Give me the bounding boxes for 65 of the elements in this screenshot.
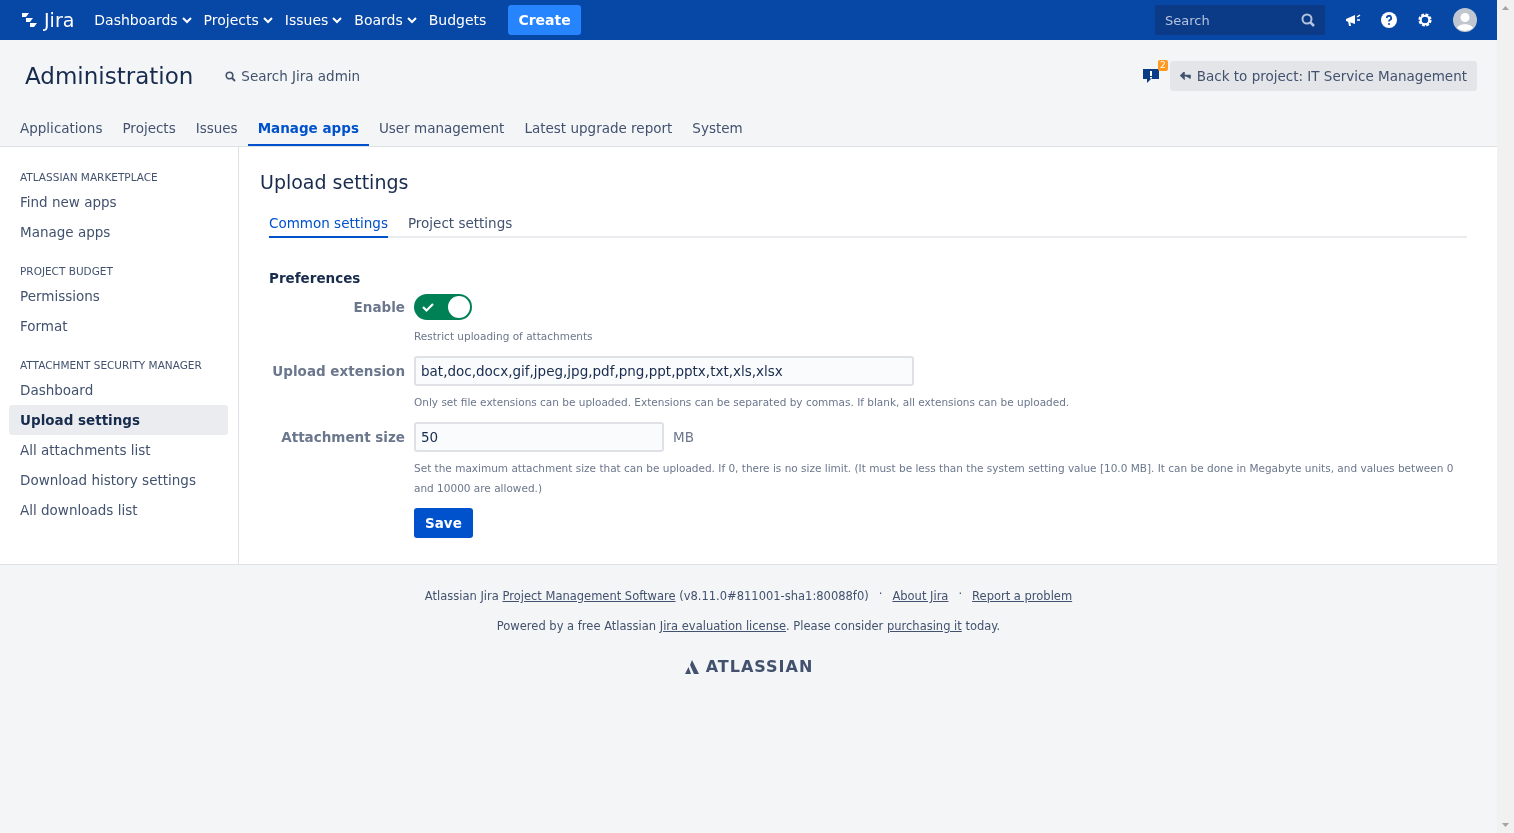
- atlassian-logo-icon: [683, 658, 700, 675]
- field-label: Attachment size: [280, 429, 405, 445]
- admin-tab[interactable]: System: [682, 112, 753, 146]
- size-input[interactable]: 50: [414, 422, 664, 452]
- save-button[interactable]: Save: [414, 508, 473, 538]
- help-icon[interactable]: [1381, 12, 1397, 28]
- sidebar-item[interactable]: Find new apps: [9, 187, 228, 217]
- search-icon: [225, 70, 237, 82]
- create-button[interactable]: Create: [508, 5, 581, 35]
- section-heading: ATLASSIAN MARKETPLACE: [19, 170, 159, 185]
- product-name[interactable]: Jira: [44, 9, 75, 31]
- nav-menu[interactable]: Projects: [197, 6, 279, 34]
- avatar-icon[interactable]: [1453, 8, 1477, 32]
- sidebar-item[interactable]: Format: [9, 311, 228, 341]
- extension-input[interactable]: bat,doc,docx,gif,jpeg,jpg,pdf,png,ppt,pptx,txt,xls,xlsx: [414, 356, 914, 386]
- sidebar-item[interactable]: Download history settings: [9, 465, 228, 495]
- purchase-link[interactable]: purchasing it: [886, 619, 962, 633]
- footer-link[interactable]: Report a problem: [972, 589, 1073, 603]
- separator-dot: ·: [878, 587, 883, 603]
- field-hint: Set the maximum attachment size that can be uploaded. If 0, there is no size limit. (It must be less than the system setting value [10.0 MB]. It can be done in Megabyte units, and values between 0 and 10000 are allowed.): [414, 461, 1455, 496]
- footer-link[interactable]: About Jira: [892, 589, 949, 603]
- product-link[interactable]: Project Management Software: [502, 589, 676, 603]
- admin-tab[interactable]: Projects: [112, 112, 186, 146]
- sidebar-item[interactable]: Permissions: [9, 281, 228, 311]
- settings-tab[interactable]: Project settings: [407, 209, 513, 238]
- brand-name: ATLASSIAN: [705, 657, 814, 676]
- admin-tab[interactable]: User management: [368, 112, 515, 146]
- megaphone-icon[interactable]: [1345, 13, 1361, 27]
- version-text: Atlassian Jira Project Management Software (v8.11.0#811001-sha1:80088f0): [424, 588, 869, 605]
- unit-label: MB: [673, 429, 694, 445]
- section-title: Upload settings: [260, 171, 410, 193]
- group-heading: Preferences: [269, 270, 362, 286]
- admin-tab[interactable]: Applications: [10, 112, 113, 146]
- settings-icon[interactable]: [1417, 12, 1433, 28]
- section-heading: ATTACHMENT SECURITY MANAGER: [19, 358, 203, 373]
- admin-tab[interactable]: Issues: [185, 112, 248, 146]
- feedback-icon[interactable]: [1141, 67, 1160, 85]
- license-text: Powered by a free Atlassian Jira evaluation license. Please consider purchasing it today.: [496, 618, 1001, 635]
- field-hint: Only set file extensions can be uploaded. Extensions can be separated by commas. If blank, all extensions can be uploaded.: [414, 395, 1071, 410]
- jira-logo-icon[interactable]: [20, 11, 40, 29]
- back-arrow-icon: [1179, 72, 1191, 80]
- sidebar-item[interactable]: Dashboard: [9, 375, 228, 405]
- separator-dot: ·: [958, 587, 963, 603]
- sidebar-item[interactable]: Upload settings: [9, 405, 228, 435]
- search-field[interactable]: Search: [1155, 5, 1325, 35]
- nav-menu[interactable]: Issues: [278, 6, 349, 34]
- back-to-project-button[interactable]: Back to project: IT Service Management: [1169, 61, 1477, 91]
- sidebar-item[interactable]: Manage apps: [9, 217, 228, 247]
- nav-menu[interactable]: Budgets: [422, 6, 493, 34]
- search-icon: [1301, 13, 1315, 27]
- field-label: Upload extension: [271, 363, 405, 379]
- page-title: Administration: [25, 63, 194, 89]
- settings-tab[interactable]: Common settings: [269, 209, 388, 238]
- admin-tab[interactable]: Latest upgrade report: [514, 112, 683, 146]
- field-hint: Restrict uploading of attachments: [414, 329, 594, 344]
- nav-menu[interactable]: Dashboards: [88, 6, 198, 34]
- enable-toggle[interactable]: [414, 294, 472, 320]
- notification-badge: 2: [1158, 60, 1168, 71]
- sidebar-item[interactable]: All downloads list: [9, 495, 228, 525]
- admin-search-link[interactable]: Search Jira admin: [225, 68, 361, 84]
- nav-menu[interactable]: Boards: [348, 6, 423, 34]
- field-label: Enable: [352, 299, 405, 315]
- section-heading: PROJECT BUDGET: [19, 264, 114, 279]
- sidebar-item[interactable]: All attachments list: [9, 435, 228, 465]
- license-link[interactable]: Jira evaluation license: [659, 619, 787, 633]
